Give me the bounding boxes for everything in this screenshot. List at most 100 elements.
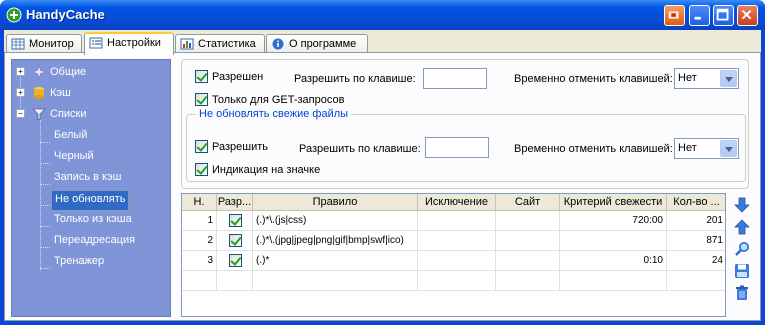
table-row-2-site[interactable]	[496, 231, 560, 251]
table-row-1-exception[interactable]	[418, 211, 496, 231]
arrow-down-icon[interactable]	[734, 197, 750, 213]
fresh-temp-cancel-select[interactable]: Нет	[674, 138, 739, 159]
window: HandyCache Монитор Настройки Статистика …	[0, 0, 765, 325]
expand-icon[interactable]: +	[16, 88, 25, 97]
grid-icon	[11, 38, 25, 50]
trash-icon[interactable]	[734, 285, 750, 301]
tree-item-write-cache[interactable]: Запись в кэш	[54, 169, 121, 185]
tree-item-black[interactable]: Черный	[54, 148, 94, 164]
table-row-3-rule[interactable]: (.)*	[253, 251, 418, 271]
maximize-button[interactable]	[713, 5, 734, 26]
table-row-1-rule[interactable]: (.)*\.(js|css)	[253, 211, 418, 231]
chevron-down-icon[interactable]	[720, 140, 737, 157]
table-row-1-enabled[interactable]	[217, 211, 253, 231]
rules-table[interactable]: Н. Разр... Правило Исключение Сайт Крите…	[181, 193, 726, 317]
get-only-label: Только для GET-запросов	[212, 94, 345, 106]
table-row-2-n[interactable]: 2	[182, 231, 217, 251]
fresh-hotkey-label: Разрешить по клавише:	[299, 143, 421, 155]
close-button[interactable]	[737, 5, 758, 26]
tray-button[interactable]	[664, 5, 685, 26]
row-enabled-checkbox[interactable]	[229, 214, 242, 227]
collapse-icon[interactable]: −	[16, 109, 25, 118]
hotkey-input[interactable]	[423, 68, 487, 89]
table-row-2-freshness[interactable]	[560, 231, 667, 251]
table-row-empty[interactable]	[418, 271, 496, 291]
tree-item-redirect[interactable]: Переадресация	[54, 232, 135, 248]
tab-about[interactable]: О программе	[266, 34, 368, 54]
table-row-1-count[interactable]: 201	[667, 211, 725, 231]
tree-item-lists[interactable]: Списки	[50, 106, 87, 122]
table-row-3-n[interactable]: 3	[182, 251, 217, 271]
tree-item-trainer[interactable]: Тренажер	[54, 253, 104, 269]
indicator-checkbox[interactable]	[195, 163, 208, 176]
col-header-count[interactable]: Кол-во ...	[667, 194, 725, 211]
col-header-enabled[interactable]: Разр...	[217, 194, 253, 211]
table-row-3-count[interactable]: 24	[667, 251, 725, 271]
fresh-hotkey-input[interactable]	[425, 137, 489, 158]
indicator-label: Индикация на значке	[212, 164, 321, 176]
col-header-exception[interactable]: Исключение	[418, 194, 496, 211]
table-row-empty[interactable]	[496, 271, 560, 291]
tab-settings[interactable]: Настройки	[84, 32, 174, 55]
minimize-icon	[694, 16, 701, 20]
table-row-empty[interactable]	[560, 271, 667, 291]
fresh-files-legend: Не обновлять свежие файлы	[196, 108, 352, 121]
table-row-1-site[interactable]	[496, 211, 560, 231]
table-row-2-count[interactable]: 871	[667, 231, 725, 251]
hotkey-label: Разрешить по клавише:	[294, 73, 416, 85]
table-row-empty[interactable]	[182, 271, 217, 291]
fresh-temp-cancel-label: Временно отменить клавишей:	[514, 143, 673, 155]
title-bar[interactable]: HandyCache	[0, 0, 765, 30]
statistics-icon	[180, 38, 194, 50]
col-header-freshness[interactable]: Критерий свежести	[560, 194, 667, 211]
tab-label: Настройки	[107, 37, 161, 49]
row-enabled-checkbox[interactable]	[229, 254, 242, 267]
table-row-1-n[interactable]: 1	[182, 211, 217, 231]
info-icon	[272, 38, 284, 50]
minimize-button[interactable]	[689, 5, 710, 26]
tab-statistics[interactable]: Статистика	[175, 34, 265, 54]
fresh-enable-checkbox[interactable]	[195, 140, 208, 153]
settings-list-icon	[89, 37, 103, 49]
settings-panel: + + − Общие Кэш Списки Белый Черный Запи…	[4, 52, 761, 321]
fresh-enable-label: Разрешить	[212, 141, 268, 153]
get-only-checkbox[interactable]	[195, 93, 208, 106]
tree-item-white[interactable]: Белый	[54, 127, 87, 143]
col-header-rule[interactable]: Правило	[253, 194, 418, 211]
maximize-icon	[716, 8, 729, 21]
tree-item-cache[interactable]: Кэш	[50, 85, 71, 101]
tree-item-no-update[interactable]: Не обновлять	[51, 190, 130, 211]
table-row-3-exception[interactable]	[418, 251, 496, 271]
close-icon	[741, 9, 752, 20]
tab-strip: Монитор Настройки Статистика О программе	[4, 32, 761, 55]
settings-tree[interactable]: + + − Общие Кэш Списки Белый Черный Запи…	[11, 59, 171, 317]
fresh-temp-cancel-value: Нет	[678, 142, 697, 154]
enabled-label: Разрешен	[212, 71, 264, 83]
row-enabled-checkbox[interactable]	[229, 234, 242, 247]
sparkle-icon	[32, 65, 46, 79]
tree-item-general[interactable]: Общие	[50, 64, 86, 80]
search-icon[interactable]	[734, 241, 750, 257]
temp-cancel-select[interactable]: Нет	[674, 68, 739, 89]
table-row-empty[interactable]	[253, 271, 418, 291]
table-row-2-enabled[interactable]	[217, 231, 253, 251]
save-icon[interactable]	[734, 263, 750, 279]
table-row-2-rule[interactable]: (.)*\.(jpg|jpeg|png|gif|bmp|swf|ico)	[253, 231, 418, 251]
filter-icon	[32, 108, 46, 121]
temp-cancel-label: Временно отменить клавишей:	[514, 73, 673, 85]
table-row-3-site[interactable]	[496, 251, 560, 271]
arrow-up-icon[interactable]	[734, 219, 750, 235]
chevron-down-icon[interactable]	[720, 70, 737, 87]
table-row-1-freshness[interactable]: 720:00	[560, 211, 667, 231]
table-row-3-enabled[interactable]	[217, 251, 253, 271]
table-row-empty[interactable]	[667, 271, 725, 291]
table-row-2-exception[interactable]	[418, 231, 496, 251]
expand-icon[interactable]: +	[16, 67, 25, 76]
table-row-empty[interactable]	[217, 271, 253, 291]
col-header-site[interactable]: Сайт	[496, 194, 560, 211]
tab-monitor[interactable]: Монитор	[6, 34, 82, 54]
col-header-n[interactable]: Н.	[182, 194, 217, 211]
tree-item-cache-only[interactable]: Только из кэша	[54, 211, 132, 227]
enabled-checkbox[interactable]	[195, 70, 208, 83]
table-row-3-freshness[interactable]: 0:10	[560, 251, 667, 271]
